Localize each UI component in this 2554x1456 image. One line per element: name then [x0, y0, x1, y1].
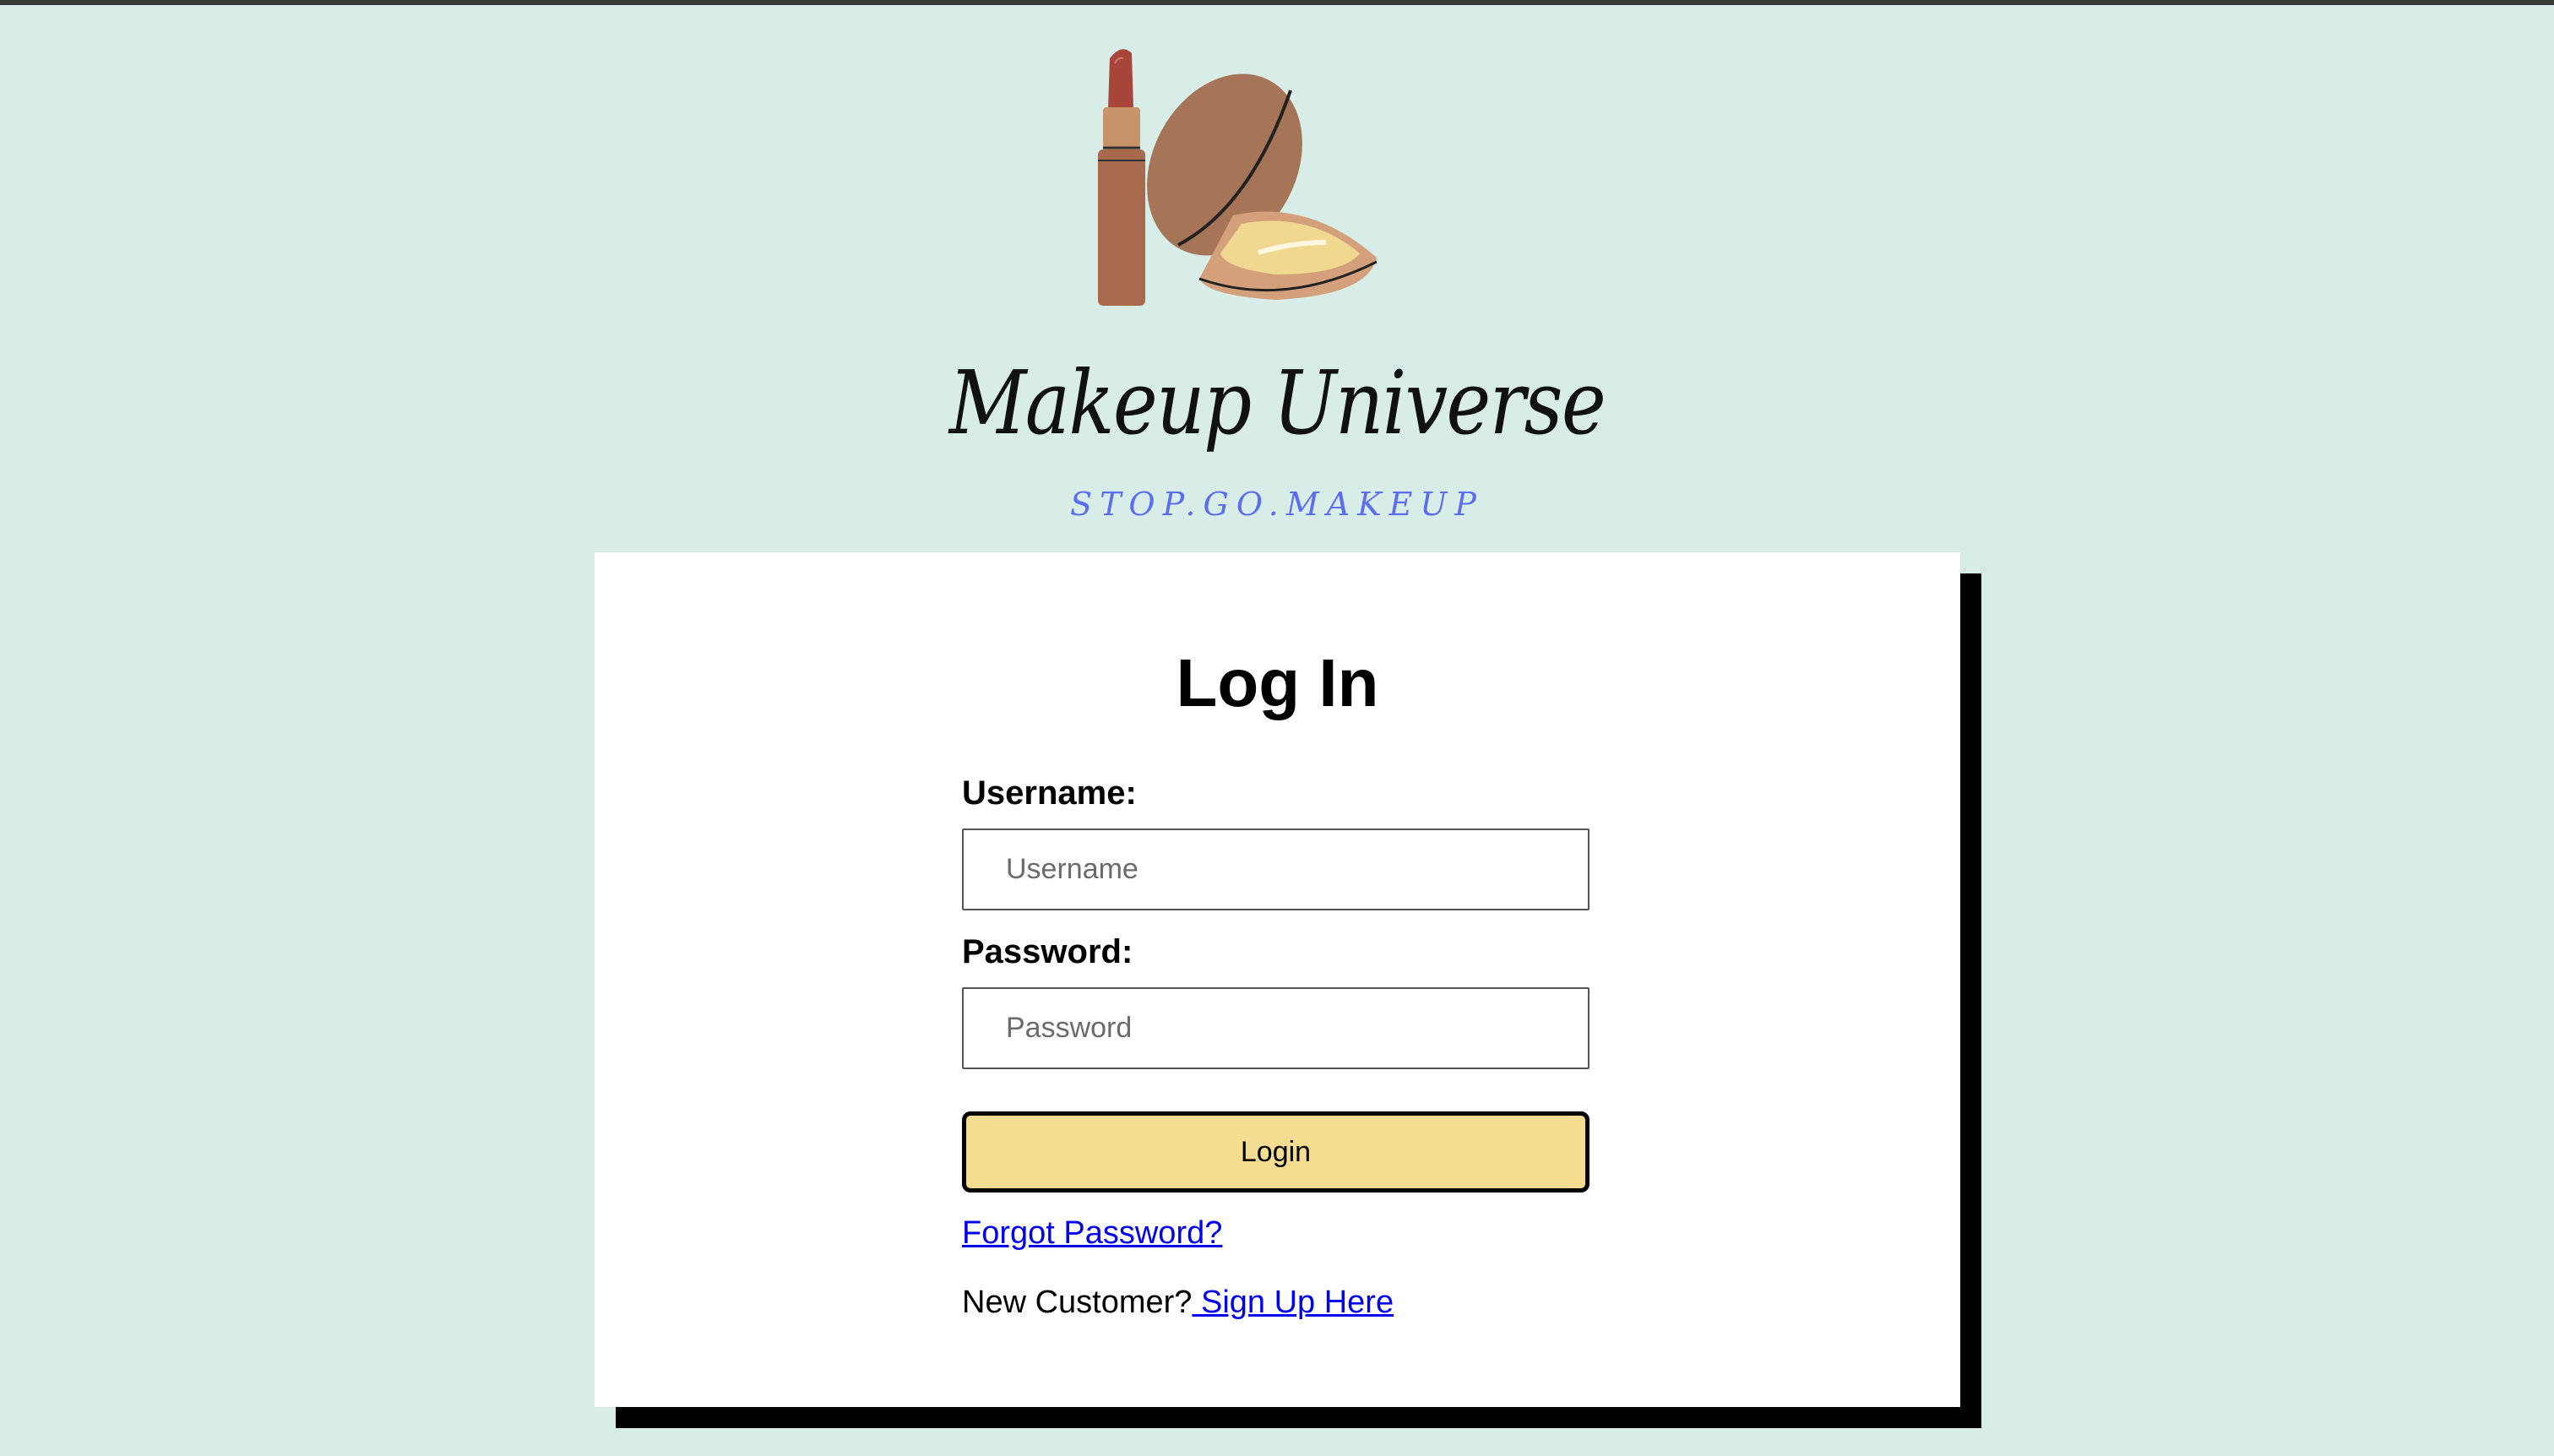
- username-label: Username:: [962, 774, 1137, 812]
- password-label: Password:: [962, 933, 1133, 970]
- brand-name: Makeup Universe: [948, 351, 1606, 454]
- makeup-logo: [1098, 49, 1378, 306]
- lipstick-icon: [1098, 49, 1145, 306]
- new-customer-text: New Customer?: [962, 1285, 1193, 1320]
- login-button[interactable]: Login: [962, 1111, 1589, 1193]
- username-input[interactable]: [962, 829, 1589, 910]
- password-input[interactable]: [962, 987, 1589, 1069]
- forgot-password-link[interactable]: Forgot Password?: [962, 1217, 1222, 1249]
- new-customer-row: New Customer? Sign Up Here: [962, 1286, 1394, 1318]
- page-title: Log In: [1176, 645, 1379, 720]
- brand-tagline: STOP.GO.MAKEUP: [1070, 486, 1484, 523]
- signup-link[interactable]: Sign Up Here: [1192, 1285, 1394, 1320]
- compact-powder-icon: [1147, 73, 1378, 300]
- window-top-border: [0, 0, 2554, 5]
- login-card: Log In Username: Password: Login Forgot …: [595, 552, 1960, 1407]
